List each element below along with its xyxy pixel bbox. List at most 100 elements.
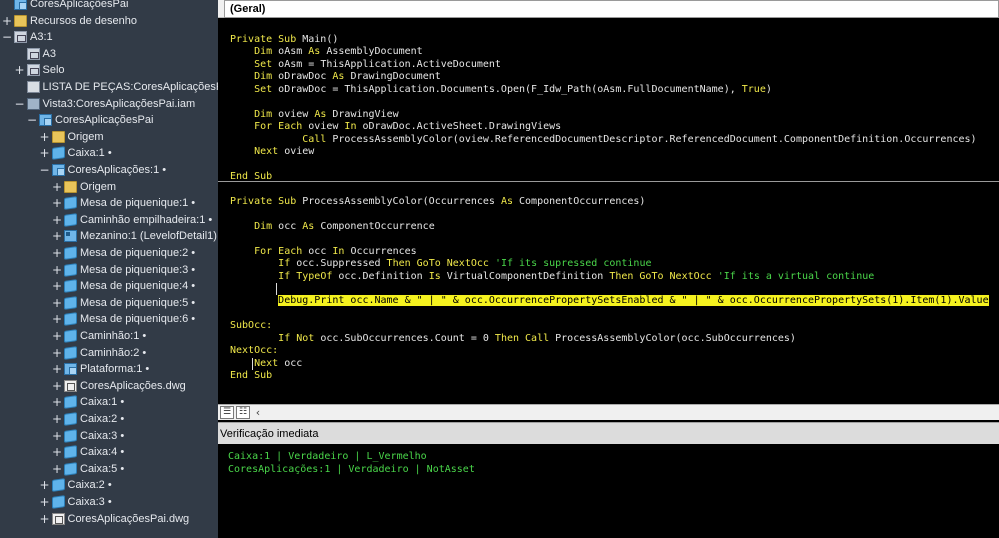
tree-item[interactable]: + Caixa:5 •: [0, 461, 218, 477]
tree-item[interactable]: + Mesa de piquenique:5 •: [0, 295, 218, 311]
tree-item[interactable]: + Plataforma:1 •: [0, 361, 218, 377]
code-keyword: If Not: [278, 332, 315, 344]
tree-item[interactable]: A3: [0, 46, 218, 62]
part-icon: [64, 445, 77, 460]
code-line: Dim oview As DrawingView: [230, 109, 399, 121]
collapse-icon[interactable]: −: [15, 96, 25, 112]
code-pane[interactable]: Private Sub Main() Dim oAsm As AssemblyD…: [218, 18, 999, 404]
expand-icon[interactable]: +: [52, 345, 62, 361]
expand-icon[interactable]: +: [52, 461, 62, 477]
tree-item[interactable]: + Origem: [0, 129, 218, 145]
expand-icon[interactable]: +: [52, 179, 62, 195]
assembly-icon: [14, 0, 27, 10]
expand-icon[interactable]: +: [52, 394, 62, 410]
expand-icon[interactable]: +: [52, 428, 62, 444]
tree-item[interactable]: LISTA DE PEÇAS:CoresAplicaçõesPai.iam: [0, 79, 218, 95]
collapse-icon[interactable]: −: [40, 162, 50, 178]
full-module-view-icon[interactable]: ☷: [236, 406, 250, 419]
expand-icon[interactable]: +: [40, 494, 50, 510]
tree-item[interactable]: + Caminhão:1 •: [0, 328, 218, 344]
tree-item-label: Mesa de piquenique:5 •: [80, 296, 196, 309]
tree-item[interactable]: + Caixa:1 •: [0, 394, 218, 410]
tree-item[interactable]: − Vista3:CoresAplicaçõesPai.iam: [0, 96, 218, 112]
tree-item[interactable]: + Origem: [0, 179, 218, 195]
tree-item[interactable]: + Caixa:2 •: [0, 411, 218, 427]
collapse-icon[interactable]: −: [27, 112, 37, 128]
part-icon: [51, 478, 65, 493]
expand-icon[interactable]: +: [52, 311, 62, 327]
tree-item-label: Mesa de piquenique:1 •: [80, 197, 196, 210]
immediate-window-title: Verificação imediata: [218, 422, 999, 444]
expand-icon[interactable]: +: [40, 145, 50, 161]
tree-item[interactable]: + CoresAplicaçõesPai.dwg: [0, 511, 218, 527]
procedure-view-icon[interactable]: ☰: [220, 406, 234, 419]
part-icon: [64, 246, 77, 260]
tree-item[interactable]: + Caixa:3 •: [0, 428, 218, 444]
tree-item[interactable]: + Mesa de piquenique:4 •: [0, 278, 218, 294]
object-bar: (Geral): [218, 0, 999, 18]
model-browser-tree: CoresAplicaçõesPai + Recursos de desenho − A…: [0, 0, 218, 538]
tree-item-label: Caixa:2 •: [80, 413, 125, 425]
parts-list-icon: [26, 81, 40, 93]
code-keyword: Next: [254, 146, 279, 158]
code-keyword: Call: [302, 133, 327, 145]
expand-icon[interactable]: +: [15, 62, 25, 78]
tree-item[interactable]: + Mesa de piquenique:2 •: [0, 245, 218, 261]
part-icon: [64, 329, 77, 343]
tree-item[interactable]: + Caixa:2 •: [0, 477, 218, 493]
tree-item[interactable]: + Caixa:1 •: [0, 145, 218, 161]
expand-icon[interactable]: +: [52, 361, 62, 377]
code-keyword: NextOcc:: [230, 345, 279, 357]
immediate-window[interactable]: Caixa:1 | Verdadeiro | L_Vermelho CoresAp…: [218, 444, 999, 538]
object-dropdown[interactable]: (Geral): [224, 0, 999, 18]
tree-item[interactable]: − A3:1: [0, 29, 218, 45]
tree-item[interactable]: + Recursos de desenho: [0, 13, 218, 29]
tree-item[interactable]: + Caminhão empilhadeira:1 •: [0, 212, 218, 228]
expand-icon[interactable]: +: [40, 129, 50, 145]
code-keyword: If TypeOf: [278, 270, 333, 282]
code-keyword: For Each: [254, 121, 303, 133]
collapse-icon[interactable]: −: [2, 29, 12, 45]
code-line: Call ProcessAssemblyColor(oview.Referenc…: [230, 133, 976, 146]
code-keyword: For Each: [254, 245, 303, 257]
tree-item[interactable]: + Caixa:4 •: [0, 444, 218, 460]
expand-icon[interactable]: +: [2, 13, 12, 29]
code-token: oview: [278, 146, 315, 158]
expand-icon[interactable]: +: [52, 295, 62, 311]
code-line: If Not occ.SubOccurrences.Count = 0 Then…: [230, 333, 796, 345]
expand-icon[interactable]: +: [52, 262, 62, 278]
expand-icon[interactable]: +: [52, 245, 62, 261]
tree-item-label: Mesa de piquenique:6 •: [80, 313, 196, 326]
code-token: occ: [302, 245, 333, 257]
tree-item[interactable]: + Mesa de piquenique:3 •: [0, 262, 218, 278]
tree-item[interactable]: CoresAplicaçõesPai: [0, 0, 218, 12]
scroll-left-arrow-icon[interactable]: ‹: [251, 405, 265, 420]
code-keyword: Dim: [254, 108, 273, 120]
tree-item[interactable]: + CoresAplicações.dwg: [0, 378, 218, 394]
text-caret: [252, 357, 253, 370]
expand-icon[interactable]: +: [52, 228, 62, 244]
expand-icon[interactable]: +: [52, 444, 62, 460]
expand-icon[interactable]: +: [52, 328, 62, 344]
tree-item[interactable]: + Mesa de piquenique:6 •: [0, 311, 218, 327]
expand-icon[interactable]: +: [40, 511, 50, 527]
tree-item-label: Mesa de piquenique:4 •: [80, 280, 196, 293]
tree-item[interactable]: − CoresAplicaçõesPai: [0, 112, 218, 128]
expand-icon[interactable]: +: [52, 195, 62, 211]
tree-item[interactable]: + Mezanino:1 (LevelofDetail1) •: [0, 228, 218, 244]
expand-icon[interactable]: +: [52, 411, 62, 427]
tree-item[interactable]: + Mesa de piquenique:1 •: [0, 195, 218, 211]
expand-icon[interactable]: +: [52, 212, 62, 228]
expand-icon[interactable]: +: [52, 378, 62, 394]
tree-item[interactable]: + Caminhão:2 •: [0, 345, 218, 361]
tree-item[interactable]: + Selo: [0, 62, 218, 78]
expand-icon[interactable]: +: [52, 278, 62, 294]
tree-item[interactable]: − CoresAplicações:1 •: [0, 162, 218, 178]
tree-item-label: Caixa:1 •: [80, 396, 125, 409]
expand-icon[interactable]: +: [40, 477, 50, 493]
tree-item[interactable]: + Caixa:3 •: [0, 494, 218, 510]
